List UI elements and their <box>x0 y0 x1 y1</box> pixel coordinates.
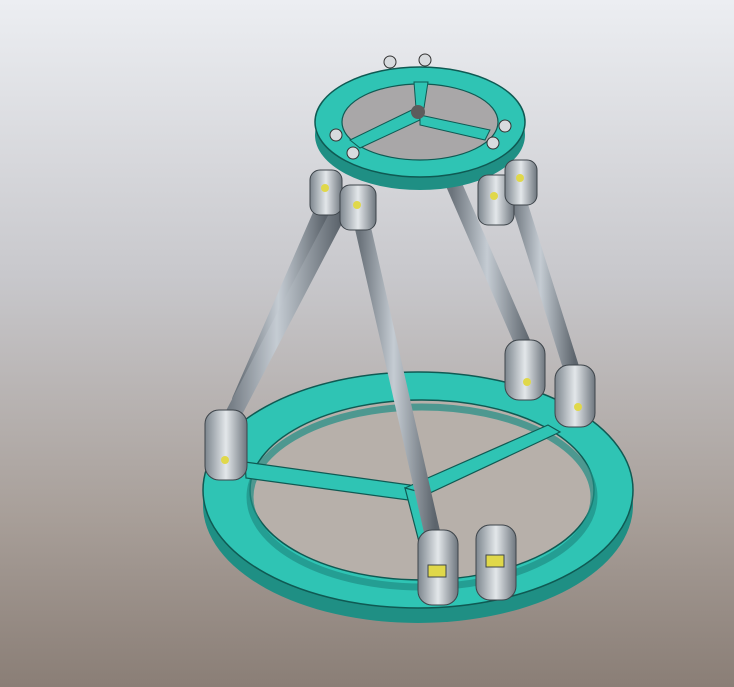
top-platform <box>314 53 526 190</box>
base-joint <box>554 364 596 428</box>
hexapod-model[interactable] <box>0 0 734 687</box>
top-joint <box>339 184 377 231</box>
cad-viewport[interactable] <box>0 0 734 687</box>
top-joint <box>309 169 343 216</box>
base-joint <box>417 529 459 606</box>
top-joint <box>504 159 538 206</box>
base-joint <box>475 524 517 601</box>
base-joint <box>504 339 546 401</box>
base-joint <box>204 409 248 481</box>
